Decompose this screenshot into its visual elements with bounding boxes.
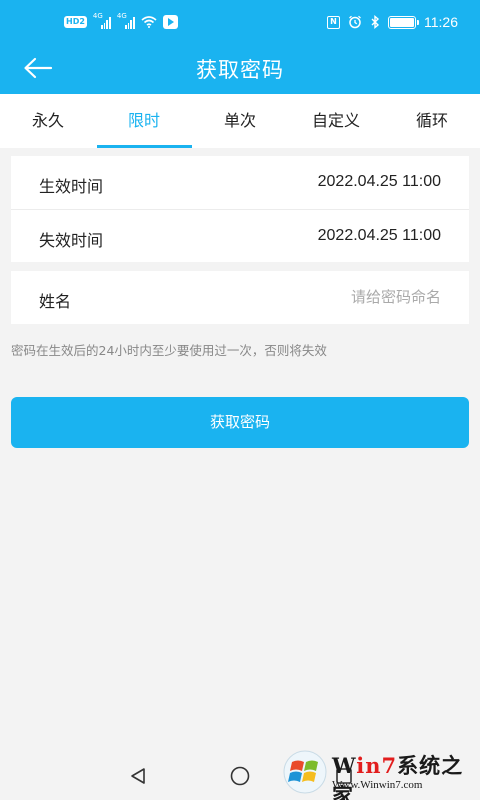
nav-home-button[interactable]	[222, 762, 258, 790]
nfc-icon: N	[327, 15, 340, 29]
cellular-signal-icon-2: 4G	[116, 12, 135, 29]
name-input[interactable]	[221, 283, 441, 311]
start-time-label: 生效时间	[39, 177, 104, 196]
watermark: Win7系统之家 Www.Winwin7.com	[282, 748, 476, 800]
alarm-icon	[349, 15, 361, 29]
name-label: 姓名	[39, 292, 72, 311]
triangle-back-icon	[131, 768, 145, 784]
tab-limited-time[interactable]: 限时	[96, 94, 192, 148]
cellular-signal-icon: 4G	[92, 12, 111, 29]
tab-cycle[interactable]: 循环	[384, 94, 480, 148]
windows-logo-icon	[283, 750, 327, 794]
status-right-indicators: N 11:26	[327, 13, 458, 31]
active-tab-indicator	[97, 145, 192, 148]
bluetooth-icon	[371, 15, 380, 29]
battery-level	[390, 17, 414, 27]
battery-icon	[388, 15, 419, 29]
end-time-label: 失效时间	[39, 231, 104, 250]
nav-back-button[interactable]	[120, 762, 156, 790]
network-type-label: 4G	[92, 12, 103, 20]
wifi-icon	[141, 16, 157, 28]
start-time-value: 2022.04.25 11:00	[317, 173, 441, 190]
name-card: 姓名	[11, 271, 469, 324]
validity-hint: 密码在生效后的24小时内至少要使用过一次，否则将失效	[11, 343, 327, 358]
end-time-row[interactable]: 失效时间 2022.04.25 11:00	[11, 209, 469, 262]
tab-custom[interactable]: 自定义	[288, 94, 384, 148]
tab-single-use[interactable]: 单次	[192, 94, 288, 148]
status-bar: HD2 4G 4G N 11:26	[0, 0, 480, 42]
app-bar: 获取密码	[0, 42, 480, 94]
start-time-row[interactable]: 生效时间 2022.04.25 11:00	[11, 156, 469, 209]
app-notification-icon	[162, 15, 178, 29]
tab-bar: 永久 限时 单次 自定义 循环	[0, 94, 480, 148]
hd-badge: HD2	[64, 16, 87, 28]
status-time: 11:26	[424, 14, 458, 30]
watermark-title: Win7系统之家	[332, 753, 464, 800]
watermark-url: Www.Winwin7.com	[332, 779, 423, 791]
name-row: 姓名	[11, 271, 469, 324]
status-left-indicators: HD2 4G 4G	[64, 12, 178, 30]
network-type-label-2: 4G	[116, 12, 127, 20]
time-card: 生效时间 2022.04.25 11:00 失效时间 2022.04.25 11…	[11, 156, 469, 262]
end-time-value: 2022.04.25 11:00	[317, 227, 441, 244]
circle-home-icon	[230, 766, 250, 786]
page-title: 获取密码	[196, 58, 284, 82]
get-password-button[interactable]: 获取密码	[11, 397, 469, 448]
tab-permanent[interactable]: 永久	[0, 94, 96, 148]
